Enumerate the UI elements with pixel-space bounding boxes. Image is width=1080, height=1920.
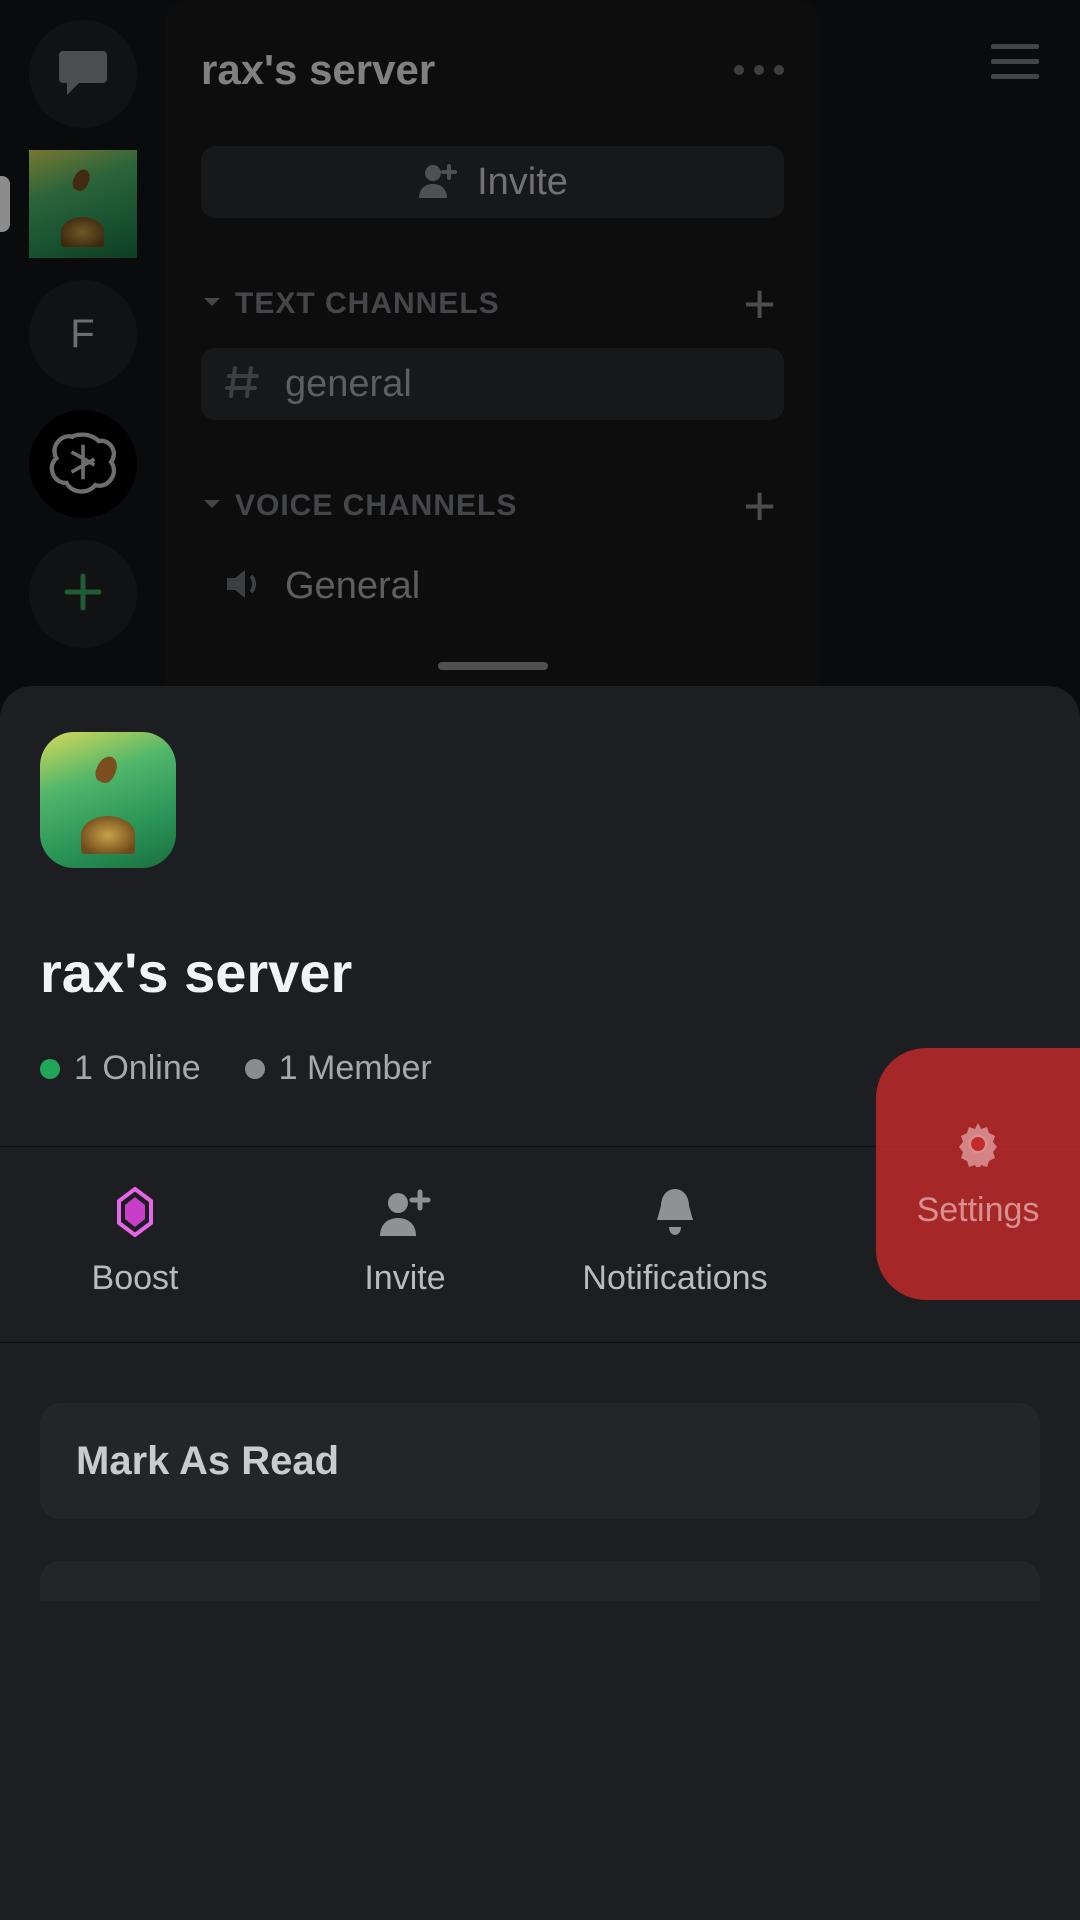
status-dot-online-icon [40,1059,60,1079]
settings-button[interactable]: Settings [876,1048,1080,1300]
chevron-down-icon [201,291,223,318]
hamburger-icon [991,59,1039,64]
gear-icon [955,1119,1001,1169]
channel-panel: rax's server Invite TEXT CHA [165,0,820,686]
direct-messages-button[interactable] [29,20,137,128]
boost-label: Boost [92,1259,179,1298]
voice-channels-category[interactable]: VOICE CHANNELS + [201,478,784,534]
online-count: 1 Online [40,1049,201,1088]
background-channel-drawer: F rax's server [0,0,1080,686]
ellipsis-icon [734,65,744,75]
invite-action-button[interactable]: Invite [270,1147,540,1342]
online-count-label: 1 Online [74,1049,201,1088]
text-channels-category[interactable]: TEXT CHANNELS + [201,276,784,332]
channel-general-text[interactable]: general [201,348,784,420]
channel-name-label: General [285,565,420,608]
drag-handle[interactable] [438,662,548,670]
person-add-icon [417,162,457,203]
text-channels-label: TEXT CHANNELS [235,287,500,321]
notifications-label: Notifications [582,1259,767,1298]
more-options-button[interactable] [734,65,784,75]
boost-icon [115,1187,155,1237]
invite-action-label: Invite [364,1259,445,1298]
right-strip [950,0,1080,686]
chat-bubble-icon [57,49,109,100]
server-letter-label: F [70,312,94,357]
channel-general-voice[interactable]: General [201,550,784,622]
hash-icon [223,362,263,407]
openai-icon [47,426,119,503]
server-selection-indicator [0,176,10,232]
server-rail: F [0,0,165,686]
voice-channels-label: VOICE CHANNELS [235,489,517,523]
notifications-button[interactable]: Notifications [540,1147,810,1342]
hamburger-icon [991,44,1039,49]
add-server-button[interactable] [29,540,137,648]
status-dot-member-icon [245,1059,265,1079]
add-voice-channel-button[interactable]: + [735,478,784,534]
server-avatar-icon [29,150,137,258]
mark-as-read-label: Mark As Read [76,1439,339,1484]
member-count: 1 Member [245,1049,432,1088]
server-name-heading: rax's server [40,940,1040,1005]
add-text-channel-button[interactable]: + [735,276,784,332]
list-item[interactable] [40,1561,1040,1601]
hamburger-button[interactable] [991,44,1039,686]
mark-as-read-button[interactable]: Mark As Read [40,1403,1040,1519]
invite-button[interactable]: Invite [201,146,784,218]
boost-button[interactable]: Boost [0,1147,270,1342]
bell-icon [653,1187,697,1237]
ellipsis-icon [754,65,764,75]
server-name-title: rax's server [201,46,435,94]
hamburger-icon [991,74,1039,79]
channel-name-label: general [285,363,412,406]
invite-button-label: Invite [477,161,568,204]
chevron-down-icon [201,493,223,520]
speaker-icon [223,564,263,609]
person-add-icon [378,1187,432,1237]
server-openai[interactable] [29,410,137,518]
settings-label: Settings [917,1191,1040,1230]
server-f[interactable]: F [29,280,137,388]
server-avatar-large [40,732,176,868]
channel-panel-header: rax's server [201,30,784,110]
server-rax[interactable] [29,150,137,258]
server-options-sheet: rax's server 1 Online 1 Member Boost [0,686,1080,1920]
ellipsis-icon [774,65,784,75]
server-avatar-icon [40,732,176,868]
plus-icon [61,570,105,619]
member-count-label: 1 Member [279,1049,432,1088]
